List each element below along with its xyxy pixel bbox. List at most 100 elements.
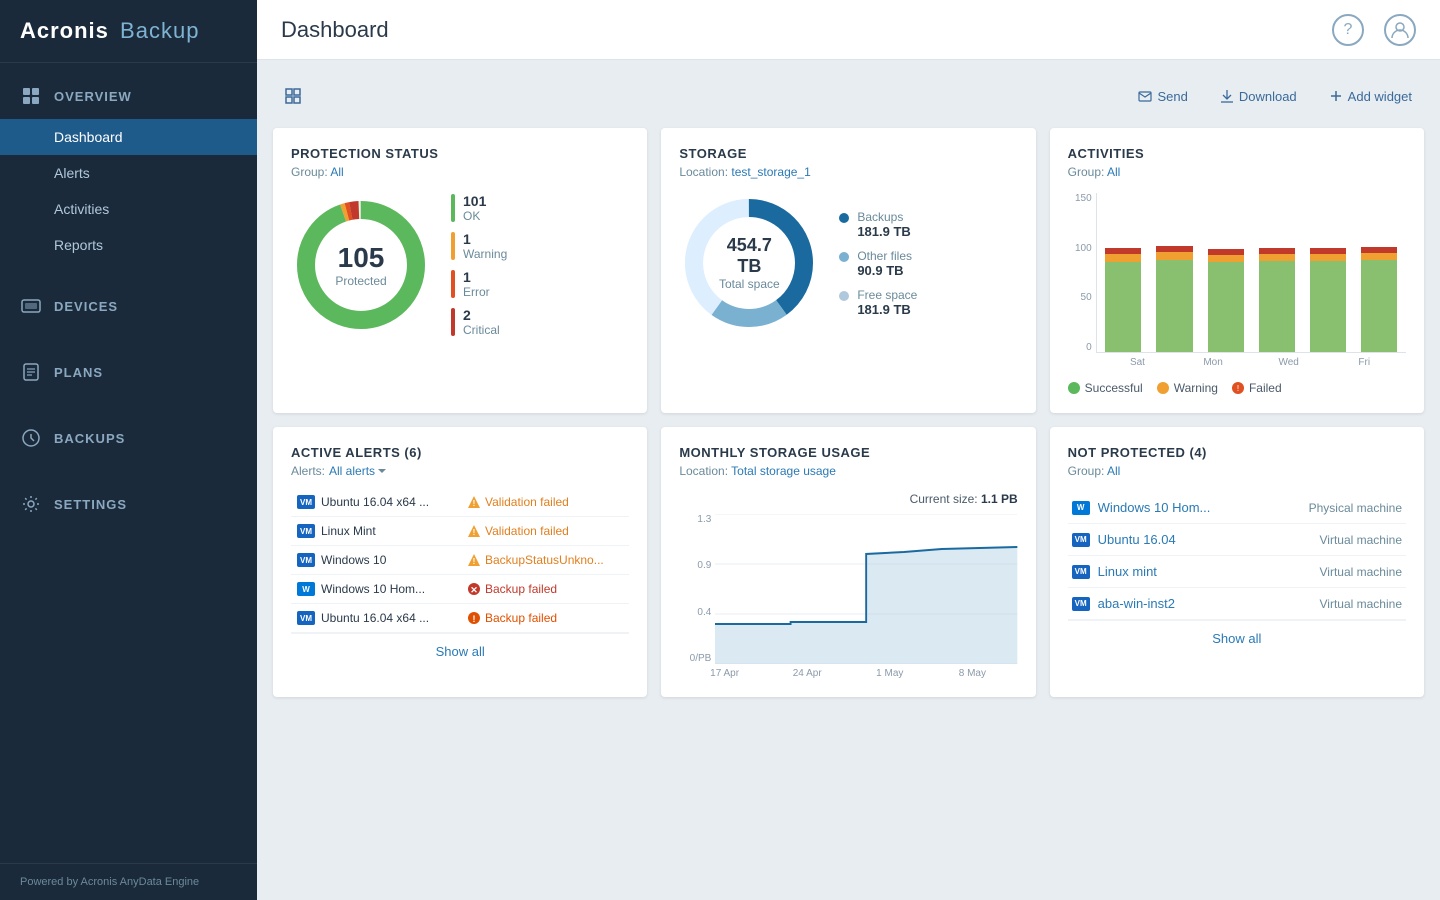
bar-success-mon [1156, 260, 1192, 352]
user-icon[interactable] [1384, 14, 1416, 46]
bar-group-mon [1152, 193, 1197, 352]
sidebar-footer: Powered by Acronis AnyData Engine [0, 863, 257, 900]
sidebar: Acronis Backup OVERVIEW Dashboard Alerts… [0, 0, 257, 900]
activities-group-link[interactable]: All [1107, 165, 1120, 179]
np-name-2[interactable]: Ubuntu 16.04 [1098, 532, 1312, 547]
storage-legend-free: Free space 181.9 TB [839, 288, 917, 317]
download-button[interactable]: Download [1212, 85, 1305, 108]
legend-dot-successful [1068, 382, 1080, 394]
alerts-filter-link[interactable]: All alerts [329, 464, 386, 478]
widget-monthly-storage: MONTHLY STORAGE USAGE Location: Total st… [661, 427, 1035, 697]
monthly-x-labels: 17 Apr 24 Apr 1 May 8 May [679, 668, 1017, 679]
win-icon-4: W [297, 582, 315, 596]
legend-bar-error [451, 270, 455, 298]
send-button[interactable]: Send [1130, 85, 1195, 108]
legend-successful: Successful [1068, 381, 1143, 395]
legend-values-ok: 101 OK [463, 193, 486, 223]
sidebar-item-alerts[interactable]: Alerts [0, 155, 257, 191]
bar-group-thu [1254, 193, 1299, 352]
activities-group: Group: All [1068, 165, 1406, 179]
svg-text:!: ! [473, 614, 476, 624]
widget-active-alerts: ACTIVE ALERTS (6) Alerts: All alerts VM … [273, 427, 647, 697]
np-vm-icon-4: VM [1072, 597, 1090, 611]
donut-label: 105 Protected [335, 242, 386, 288]
np-name-1[interactable]: Windows 10 Hom... [1098, 500, 1301, 515]
chart-y-labels: 150 100 50 0 [1068, 193, 1096, 353]
np-name-3[interactable]: Linux mint [1098, 564, 1312, 579]
np-name-4[interactable]: aba-win-inst2 [1098, 596, 1312, 611]
legend-bar-ok [451, 194, 455, 222]
protection-content: 105 Protected 101 OK [291, 193, 629, 337]
help-icon[interactable]: ? [1332, 14, 1364, 46]
activities-chart: 150 100 50 0 [1068, 193, 1406, 373]
np-row-1: W Windows 10 Hom... Physical machine [1068, 492, 1406, 524]
not-protected-group: Group: All [1068, 464, 1406, 478]
sidebar-item-reports[interactable]: Reports [0, 227, 257, 263]
svg-text:!: ! [473, 528, 476, 537]
sidebar-item-devices[interactable]: DEVICES [0, 283, 257, 329]
not-protected-group-link[interactable]: All [1107, 464, 1120, 478]
legend-bar-critical [451, 308, 455, 336]
vm-icon-2: VM [297, 524, 315, 538]
add-widget-button[interactable]: Add widget [1321, 85, 1420, 108]
monthly-y-labels: 1.3 0.9 0.4 0/PB [679, 514, 715, 664]
vm-icon-5: VM [297, 611, 315, 625]
activities-chart-legend: Successful Warning ! Failed [1068, 381, 1406, 395]
dashboard-row2: ACTIVE ALERTS (6) Alerts: All alerts VM … [273, 427, 1424, 697]
show-all-alerts[interactable]: Show all [291, 633, 629, 669]
np-vm-icon-3: VM [1072, 565, 1090, 579]
settings-icon [20, 493, 42, 515]
current-size-header: Current size: 1.1 PB [679, 492, 1017, 506]
legend-values-critical: 2 Critical [463, 307, 500, 337]
expand-button[interactable] [277, 84, 309, 108]
sidebar-item-overview[interactable]: OVERVIEW [0, 73, 257, 119]
topbar: Dashboard ? [257, 0, 1440, 60]
sidebar-item-settings[interactable]: SETTINGS [0, 481, 257, 527]
bar-success-thu [1259, 261, 1295, 352]
alert-status-1: ! Validation failed [467, 495, 623, 509]
sidebar-nav: OVERVIEW Dashboard Alerts Activities Rep… [0, 63, 257, 863]
np-vm-icon-2: VM [1072, 533, 1090, 547]
np-win-icon-1: W [1072, 501, 1090, 515]
legend-dot-warning [1157, 382, 1169, 394]
alert-status-2: ! Validation failed [467, 524, 623, 538]
bar-success-wed [1208, 262, 1244, 352]
chart-bars [1096, 193, 1406, 353]
nav-section-backups: BACKUPS [0, 405, 257, 471]
monthly-chart: 1.3 0.9 0.4 0/PB [679, 514, 1017, 664]
alert-row-5: VM Ubuntu 16.04 x64 ... ! Backup failed [291, 604, 629, 633]
storage-legend: Backups 181.9 TB Other files 90.9 TB [839, 210, 917, 317]
plans-icon [20, 361, 42, 383]
sidebar-item-activities[interactable]: Activities [0, 191, 257, 227]
alert-row-1: VM Ubuntu 16.04 x64 ... ! Validation fai… [291, 488, 629, 517]
app-logo: Acronis Backup [0, 0, 257, 63]
sidebar-item-plans[interactable]: PLANS [0, 349, 257, 395]
monthly-chart-container: 1.3 0.9 0.4 0/PB [679, 514, 1017, 679]
brand-name: Acronis Backup [20, 18, 199, 43]
storage-location-link[interactable]: test_storage_1 [731, 165, 810, 179]
nav-section-settings: SETTINGS [0, 471, 257, 537]
overview-icon [20, 85, 42, 107]
protection-group-link[interactable]: All [330, 165, 343, 179]
svg-text:!: ! [473, 499, 476, 508]
storage-content: 454.7 TB Total space Backups 181.9 TB [679, 193, 1017, 333]
monthly-location-link[interactable]: Total storage usage [731, 464, 836, 478]
bar-group-sat [1101, 193, 1146, 352]
main-content: Dashboard ? Send Download [257, 0, 1440, 900]
bar-warning-sat [1105, 254, 1141, 262]
storage-donut: 454.7 TB Total space [679, 193, 819, 333]
sidebar-item-dashboard[interactable]: Dashboard [0, 119, 257, 155]
backups-icon [20, 427, 42, 449]
sidebar-item-backups[interactable]: BACKUPS [0, 415, 257, 461]
bar-warning-wed [1208, 255, 1244, 262]
alert-row-4: W Windows 10 Hom... ✕ Backup failed [291, 575, 629, 604]
np-row-2: VM Ubuntu 16.04 Virtual machine [1068, 524, 1406, 556]
bar-warning-mon [1156, 252, 1192, 260]
protection-legend: 101 OK 1 Warning [451, 193, 507, 337]
devices-icon [20, 295, 42, 317]
monthly-chart-svg-container [715, 514, 1017, 664]
show-all-not-protected[interactable]: Show all [1068, 620, 1406, 656]
monthly-location: Location: Total storage usage [679, 464, 1017, 478]
bar-warning-fri1 [1310, 254, 1346, 261]
legend-warning: 1 Warning [451, 231, 507, 261]
